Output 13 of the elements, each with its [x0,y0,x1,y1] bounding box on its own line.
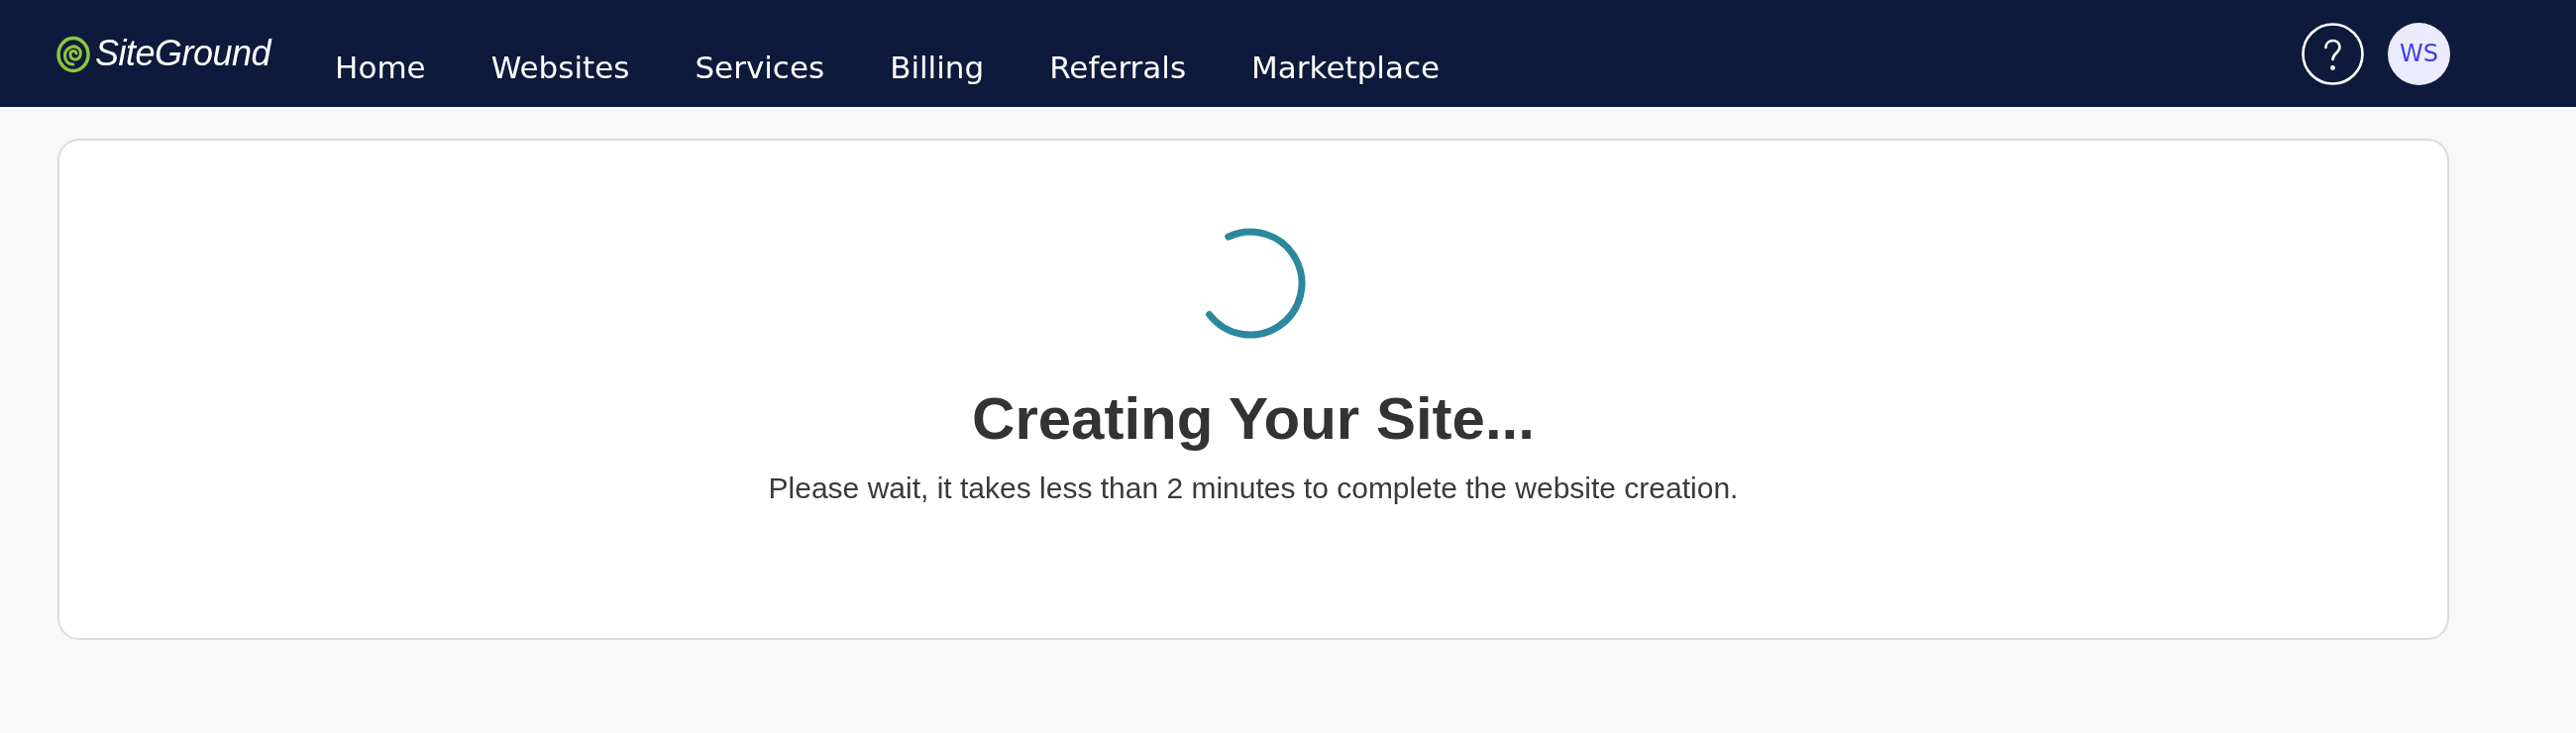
status-message: Please wait, it takes less than 2 minutes to complete the website creation. [768,471,1739,506]
status-title: Creating Your Site... [972,384,1535,453]
help-icon[interactable] [2302,22,2364,85]
nav-link[interactable]: Websites [490,50,630,87]
nav-link[interactable]: Marketplace [1251,50,1441,87]
nav-link[interactable]: Services [695,50,825,87]
logo-wordmark: SiteGround [95,34,271,73]
spinner-icon [1206,228,1306,339]
nav-link[interactable]: Referrals [1049,50,1187,87]
nav-link[interactable]: Home [335,50,426,87]
swirl-logo-icon [56,34,90,73]
nav-link[interactable]: Billing [890,50,985,87]
user-avatar[interactable]: WS [2388,22,2450,85]
